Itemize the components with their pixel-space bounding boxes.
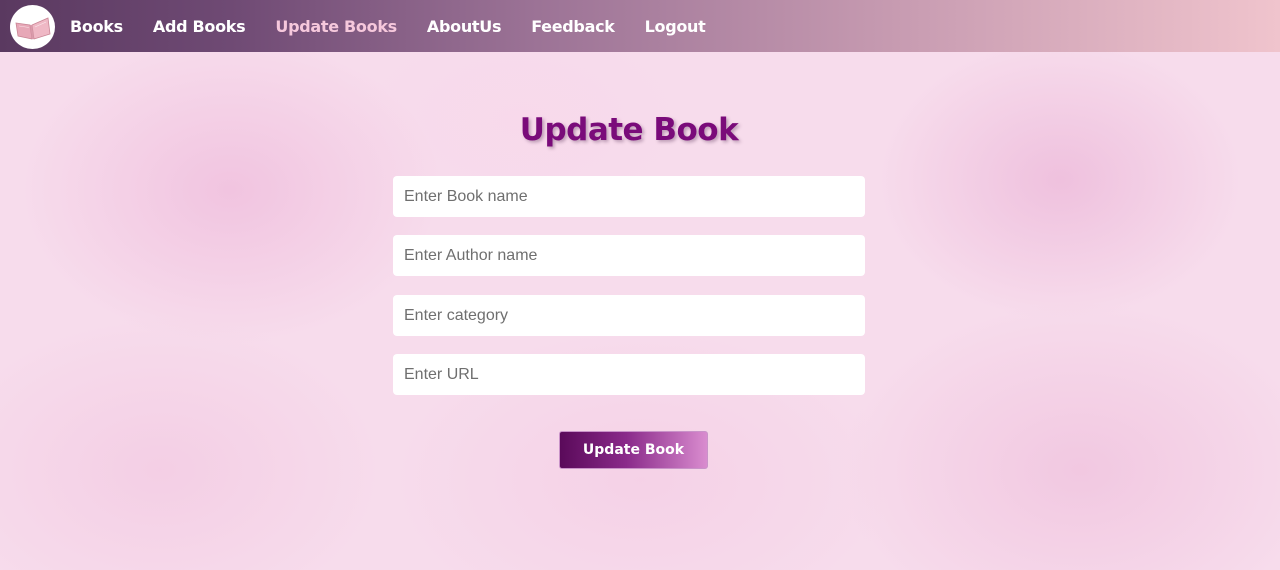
- update-book-button[interactable]: Update Book: [559, 431, 708, 469]
- page-title: Update Book: [519, 112, 739, 148]
- top-navbar: Books Add Books Update Books AboutUs Fee…: [0, 0, 1280, 52]
- category-input[interactable]: [393, 295, 865, 336]
- nav-item-update-books[interactable]: Update Books: [275, 17, 397, 36]
- nav-item-add-books[interactable]: Add Books: [153, 17, 246, 36]
- nav-item-about-us[interactable]: AboutUs: [427, 17, 502, 36]
- nav-item-logout[interactable]: Logout: [645, 17, 706, 36]
- url-input[interactable]: [393, 354, 865, 395]
- nav-item-feedback[interactable]: Feedback: [531, 17, 615, 36]
- nav-links: Books Add Books Update Books AboutUs Fee…: [70, 0, 735, 52]
- logo[interactable]: [10, 5, 55, 49]
- open-book-icon: [15, 17, 51, 40]
- book-name-input[interactable]: [393, 176, 865, 217]
- author-name-input[interactable]: [393, 235, 865, 276]
- nav-item-books[interactable]: Books: [70, 17, 123, 36]
